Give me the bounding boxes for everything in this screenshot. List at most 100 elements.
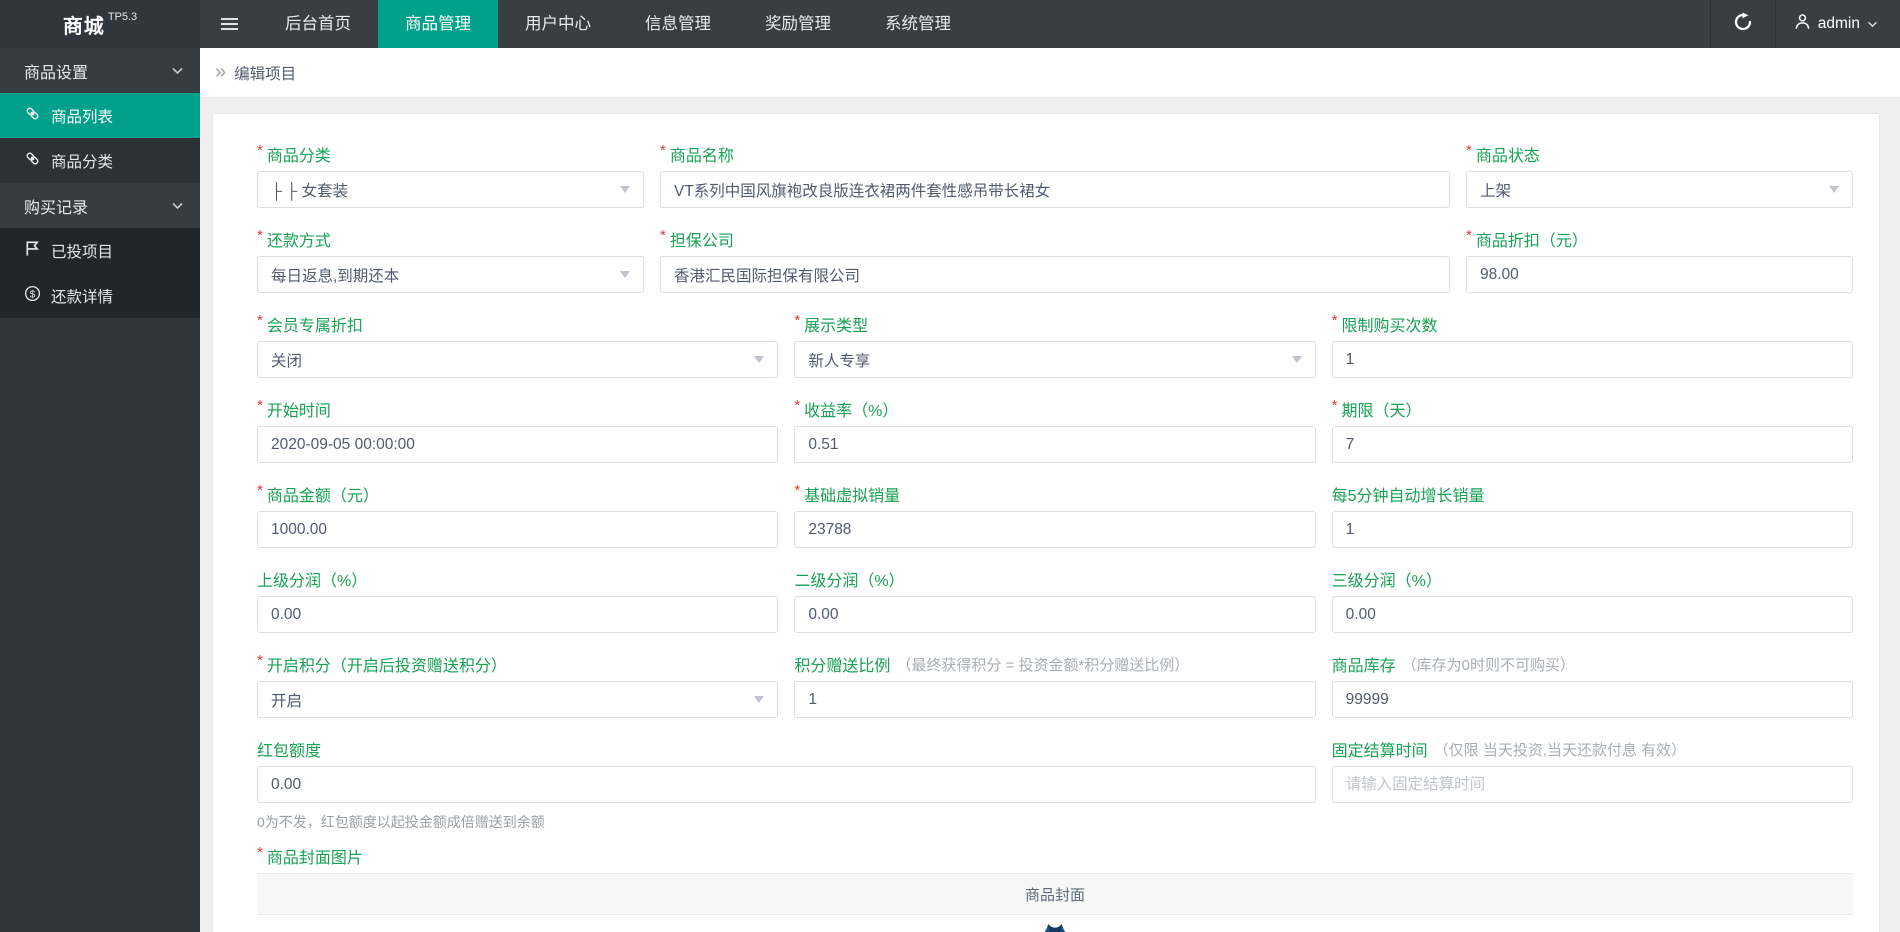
text-input-5-2[interactable] <box>1332 596 1853 633</box>
text-input-7-1[interactable] <box>1332 766 1853 803</box>
form-field-7-1: 固定结算时间（仅限 当天投资,当天还款付息 有效） <box>1332 739 1853 832</box>
link-icon <box>24 105 41 127</box>
text-input-6-1[interactable] <box>794 681 1315 718</box>
select-field-0-0[interactable]: ├ ├ 女套装 <box>257 171 644 208</box>
select-field-1-0[interactable]: 每日返息,到期还本 <box>257 256 644 293</box>
required-asterisk: * <box>794 482 800 499</box>
text-input-6-2[interactable] <box>1332 681 1853 718</box>
field-label-text: 积分赠送比例 <box>794 652 890 676</box>
hamburger-icon[interactable] <box>200 0 258 48</box>
sidebar-item-2[interactable]: 商品分类 <box>0 138 200 183</box>
form-field-4-0: *商品金额（元） <box>257 484 778 548</box>
field-label: *展示类型 <box>794 314 1315 334</box>
select-value: 新人专享 <box>808 349 1291 371</box>
field-label-text: 限制购买次数 <box>1342 312 1438 336</box>
topnav-item-1[interactable]: 商品管理 <box>378 0 498 48</box>
topnav-item-3[interactable]: 信息管理 <box>618 0 738 48</box>
text-input-2-2[interactable] <box>1332 341 1853 378</box>
topbar: 商城 TP5.3 后台首页商品管理用户中心信息管理奖励管理系统管理 admin <box>0 0 1900 48</box>
refresh-icon <box>1733 12 1753 37</box>
cover-table-header: 商品封面 <box>257 873 1853 915</box>
chevron-down-icon <box>171 202 184 210</box>
select-field-6-0[interactable]: 开启 <box>257 681 778 718</box>
select-field-2-0[interactable]: 关闭 <box>257 341 778 378</box>
field-label-text: 开始时间 <box>267 397 331 421</box>
form-field-0-2: *商品状态上架 <box>1466 144 1853 208</box>
field-label: *开启积分（开启后投资赠送积分） <box>257 654 778 674</box>
text-input-4-0[interactable] <box>257 511 778 548</box>
chevron-down-icon <box>1867 15 1878 33</box>
product-cover-thumbnail[interactable] <box>1022 920 1088 932</box>
required-asterisk: * <box>257 312 263 329</box>
required-asterisk: * <box>794 397 800 414</box>
field-label: *期限（天） <box>1332 399 1853 419</box>
topnav-item-5[interactable]: 系统管理 <box>858 0 978 48</box>
person-icon <box>1794 13 1811 35</box>
text-input-5-0[interactable] <box>257 596 778 633</box>
sidebar-group-3[interactable]: 购买记录 <box>0 183 200 228</box>
field-label-text: 期限（天） <box>1342 397 1422 421</box>
field-label-text: 红包额度 <box>257 737 321 761</box>
sidebar-item-5[interactable]: $还款详情 <box>0 273 200 318</box>
field-label: *商品折扣（元） <box>1466 229 1853 249</box>
main-content: » 编辑项目 *商品分类├ ├ 女套装*商品名称*商品状态上架*还款方式每日返息… <box>200 48 1900 932</box>
select-value: 上架 <box>1480 179 1829 201</box>
field-label-note: （最终获得积分 = 投资金额*积分赠送比例） <box>896 654 1189 675</box>
text-input-1-2[interactable] <box>1466 256 1853 293</box>
text-input-7-0[interactable] <box>257 766 1316 803</box>
required-asterisk: * <box>257 844 263 861</box>
sidebar-item-label: 商品分类 <box>51 150 113 172</box>
text-input-4-2[interactable] <box>1332 511 1853 548</box>
topnav-item-0[interactable]: 后台首页 <box>258 0 378 48</box>
select-value: 关闭 <box>271 349 754 371</box>
field-label-text: 二级分润（%） <box>794 567 904 591</box>
field-label-note: （仅限 当天投资,当天还款付息 有效） <box>1434 739 1687 760</box>
app-version-label: TP5.3 <box>108 11 137 23</box>
text-input-4-1[interactable] <box>794 511 1315 548</box>
field-label-text: 收益率（%） <box>804 397 898 421</box>
field-label: 积分赠送比例 （最终获得积分 = 投资金额*积分赠送比例） <box>794 654 1315 674</box>
field-label: * 商品封面图片 <box>257 846 1853 866</box>
text-input-3-0[interactable] <box>257 426 778 463</box>
sidebar-group-label: 购买记录 <box>24 194 88 218</box>
sidebar-item-4[interactable]: 已投项目 <box>0 228 200 273</box>
form-field-5-0: 上级分润（%） <box>257 569 778 633</box>
select-field-0-2[interactable]: 上架 <box>1466 171 1853 208</box>
top-navigation: 后台首页商品管理用户中心信息管理奖励管理系统管理 <box>258 0 978 48</box>
svg-text:$: $ <box>30 289 36 300</box>
form-field-0-1: *商品名称 <box>660 144 1450 208</box>
refresh-button[interactable] <box>1710 0 1776 48</box>
topnav-item-4[interactable]: 奖励管理 <box>738 0 858 48</box>
text-input-3-1[interactable] <box>794 426 1315 463</box>
field-label: *商品名称 <box>660 144 1450 164</box>
cover-image-table: 商品封面 <box>257 873 1853 932</box>
text-input-0-1[interactable] <box>660 171 1450 208</box>
field-label: 商品库存（库存为0时则不可购买） <box>1332 654 1853 674</box>
topbar-right: admin <box>1710 0 1900 48</box>
required-asterisk: * <box>257 652 263 669</box>
select-value: 每日返息,到期还本 <box>271 264 620 286</box>
field-label: 每5分钟自动增长销量 <box>1332 484 1853 504</box>
link-icon <box>24 150 41 172</box>
field-label-text: 商品分类 <box>267 142 331 166</box>
sidebar-item-1[interactable]: 商品列表 <box>0 93 200 138</box>
required-asterisk: * <box>257 227 263 244</box>
topnav-item-2[interactable]: 用户中心 <box>498 0 618 48</box>
field-label: *开始时间 <box>257 399 778 419</box>
breadcrumb: » 编辑项目 <box>200 48 1900 97</box>
text-input-5-1[interactable] <box>794 596 1315 633</box>
flag-icon <box>24 240 41 262</box>
cover-image-label: 商品封面图片 <box>267 844 363 868</box>
form-field-2-0: *会员专属折扣关闭 <box>257 314 778 378</box>
form-field-5-2: 三级分润（%） <box>1332 569 1853 633</box>
select-field-2-1[interactable]: 新人专享 <box>794 341 1315 378</box>
text-input-1-1[interactable] <box>660 256 1450 293</box>
field-label: *还款方式 <box>257 229 644 249</box>
triangle-down-icon <box>1829 186 1839 193</box>
sidebar-group-0[interactable]: 商品设置 <box>0 48 200 93</box>
field-label-text: 还款方式 <box>267 227 331 251</box>
field-label-note: （库存为0时则不可购买） <box>1402 654 1575 675</box>
required-asterisk: * <box>660 227 666 244</box>
user-menu[interactable]: admin <box>1776 0 1900 48</box>
text-input-3-2[interactable] <box>1332 426 1853 463</box>
